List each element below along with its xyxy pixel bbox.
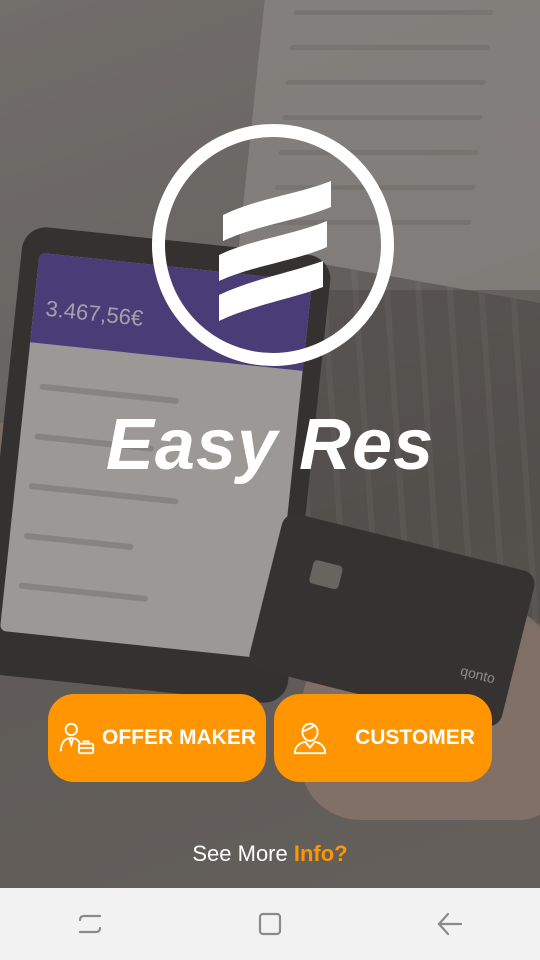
home-icon <box>258 912 282 936</box>
info-link[interactable]: Info? <box>294 841 348 866</box>
app-title: Easy Res <box>105 405 435 485</box>
home-button[interactable] <box>240 894 300 954</box>
see-more-info: See More Info? <box>0 841 540 867</box>
businessman-briefcase-icon <box>58 719 96 757</box>
customer-person-icon <box>291 719 329 757</box>
logo-stripes-icon <box>219 181 331 321</box>
android-nav-bar <box>0 888 540 960</box>
customer-label: CUSTOMER <box>355 726 475 749</box>
offer-maker-button[interactable]: OFFER MAKER <box>48 694 266 782</box>
back-arrow-icon <box>437 912 463 936</box>
app-logo <box>152 124 394 366</box>
back-button[interactable] <box>420 894 480 954</box>
info-prefix: See More <box>192 841 294 866</box>
recent-apps-icon <box>78 914 102 934</box>
recent-apps-button[interactable] <box>60 894 120 954</box>
offer-maker-label: OFFER MAKER <box>102 726 256 749</box>
customer-button[interactable]: CUSTOMER <box>274 694 492 782</box>
